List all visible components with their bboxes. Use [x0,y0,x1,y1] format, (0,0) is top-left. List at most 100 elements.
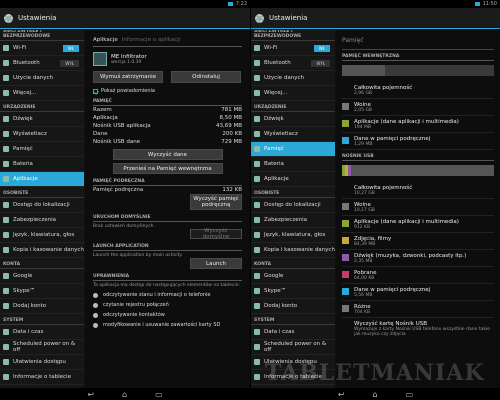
storage-item[interactable]: Dane w pamięci podręcznej 1,29 MB [342,133,494,150]
nav-item-label: Więcej... [13,90,37,96]
storage-row-value: 729 MB [221,139,242,145]
move-storage-button[interactable]: Przenieś na Pamięć wewnętrzna [112,163,223,174]
nav-item-label: Wi-Fi [264,45,278,51]
recents-icon[interactable]: ▭ [406,390,414,399]
launch-button[interactable]: Launch [190,258,242,269]
toggle-switch[interactable]: WYŁ [60,59,79,67]
storage-item[interactable]: Całkowita pojemność 2,96 GB [342,82,494,99]
wipe-usb-row[interactable]: Wyczyść kartę Nośnik USB Wymazuje z kart… [342,318,494,339]
nav-item[interactable]: Bateria [251,157,335,172]
storage-row-value: 8,50 MB [219,115,242,121]
home-icon[interactable]: ⌂ [373,390,378,399]
permission-item[interactable]: modyfikowanie i usuwanie zawartości kart… [93,322,242,328]
nav-item[interactable]: Ułatwienia dostępu [0,355,84,370]
nav-item[interactable]: Dostęp do lokalizacji [251,198,335,213]
nav-item[interactable]: Użycie danych [0,71,84,86]
tab-apps[interactable]: Aplikacje [93,37,118,43]
status-bar: 11:50 [251,0,500,8]
storage-item[interactable]: Dźwięk (muzyka, dzwonki, podcasty itp.) 2… [342,250,494,267]
internal-storage-header: PAMIĘĆ WEWNĘTRZNA [342,54,494,61]
nav-item[interactable]: Język, klawiatura, głos [0,228,84,243]
nav-item-icon [254,60,260,66]
permission-item[interactable]: czytanie rejestru połączeń [93,302,242,308]
permission-label: modyfikowanie i usuwanie zawartości kart… [103,322,221,328]
clear-cache-button[interactable]: Wyczyść pamięć podręczną [190,194,242,210]
nav-item[interactable]: Więcej... [251,86,335,101]
nav-item-icon [3,303,9,309]
home-icon[interactable]: ⌂ [122,390,127,399]
storage-item[interactable]: Wolne 10,17 GB [342,199,494,216]
nav-item[interactable]: Google [0,269,84,284]
nav-item[interactable]: Użycie danych [251,71,335,86]
nav-item[interactable]: Bluetooth WYŁ [251,56,335,71]
nav-item[interactable]: Wi-Fi WŁ [0,41,84,56]
force-stop-button[interactable]: Wymuś zatrzymanie [93,71,163,83]
nav-item[interactable]: Dodaj konto [0,299,84,314]
clear-data-button[interactable]: Wyczyść dane [112,149,223,160]
storage-item[interactable]: Dane w pamięci podręcznej 5,56 MB [342,284,494,301]
nav-item[interactable]: Więcej... [0,86,84,101]
back-icon[interactable]: ↩ [87,390,94,399]
nav-item[interactable]: Bateria [0,157,84,172]
nav-item[interactable]: Dźwięk [0,112,84,127]
storage-item[interactable]: Zdjęcia, filmy 84,39 MB [342,233,494,250]
storage-item[interactable]: Aplikacje (dane aplikacji i multimedia) 1… [342,116,494,133]
back-icon[interactable]: ↩ [338,390,345,399]
launch-section-header: LAUNCH APPLICATION [93,244,242,251]
nav-item[interactable]: Pamięć [0,142,84,157]
nav-item[interactable]: Język, klawiatura, głos [251,228,335,243]
nav-item[interactable]: Skype™ [251,284,335,299]
nav-item[interactable]: Pamięć [251,142,335,157]
nav-item[interactable]: Wyświetlacz [251,127,335,142]
nav-item[interactable]: Scheduled power on & off [0,340,84,355]
nav-item[interactable]: Informacje o tablecie [0,370,84,385]
storage-item[interactable]: Wolne 2,05 GB [342,99,494,116]
nav-item[interactable]: Dźwięk [251,112,335,127]
nav-item[interactable]: Kopia i kasowanie danych [0,243,84,258]
permissions-text: Ta aplikacja ma dostęp do następujących … [93,283,240,288]
nav-item[interactable]: Scheduled power on & off [251,340,335,355]
nav-item-label: Aplikacje [264,176,289,182]
permission-icon [93,292,98,298]
status-time: 7:22 [235,1,247,7]
nav-item-icon [3,176,9,182]
storage-item[interactable]: Pobrane 64,00 KB [342,267,494,284]
storage-color-swatch [342,120,349,127]
clear-defaults-button[interactable]: Wyczyść domyślne [190,228,242,240]
nav-item[interactable]: Zabezpieczenia [0,213,84,228]
nav-item[interactable]: Data i czas [251,325,335,340]
storage-item[interactable]: Różne 704 KB [342,301,494,318]
cache-section-header: PAMIĘĆ PODRĘCZNA [93,179,242,186]
toggle-switch[interactable]: WŁ [62,44,79,52]
nav-item[interactable]: Kopia i kasowanie danych [251,243,335,258]
nav-item[interactable]: Skype™ [0,284,84,299]
storage-item-value: 2,35 MB [354,259,373,264]
nav-item[interactable]: Dostęp do lokalizacji [0,198,84,213]
nav-item[interactable]: Aplikacje [0,172,84,187]
app-info-panel: Aplikacje Informacje o aplikacji ME Infi… [85,30,250,388]
storage-item-value: 704 KB [354,310,371,315]
storage-color-swatch [342,220,349,227]
uninstall-button[interactable]: Odinstaluj [171,71,241,83]
nav-item[interactable]: Wi-Fi WŁ [251,41,335,56]
nav-item[interactable]: Bluetooth WYŁ [0,56,84,71]
recents-icon[interactable]: ▭ [155,390,163,399]
nav-item[interactable]: Data i czas [0,325,84,340]
nav-item[interactable]: Google [251,269,335,284]
storage-item[interactable]: Aplikacje (dane aplikacji i multimedia) 9… [342,216,494,233]
nav-item[interactable]: Wyświetlacz [0,127,84,142]
storage-item-value: 84,39 MB [354,242,376,247]
permission-item[interactable]: odczytywanie stanu i informacji o telefo… [93,292,242,298]
nav-item[interactable]: Zabezpieczenia [251,213,335,228]
storage-item[interactable]: Całkowita pojemność 10,27 GB [342,182,494,199]
permission-item[interactable]: odczytywanie kontaktów [93,312,242,318]
toggle-switch[interactable]: WŁ [313,44,330,52]
show-notifications-checkbox[interactable]: Pokaż powiadomienia [93,88,242,94]
nav-item-label: Skype™ [13,288,36,294]
nav-item[interactable]: Aplikacje [251,172,335,187]
status-bar: 7:22 [0,0,250,8]
toggle-switch[interactable]: WYŁ [311,59,330,67]
storage-color-swatch [342,237,349,244]
nav-item-label: Ułatwienia dostępu [13,359,66,365]
nav-item[interactable]: Dodaj konto [251,299,335,314]
